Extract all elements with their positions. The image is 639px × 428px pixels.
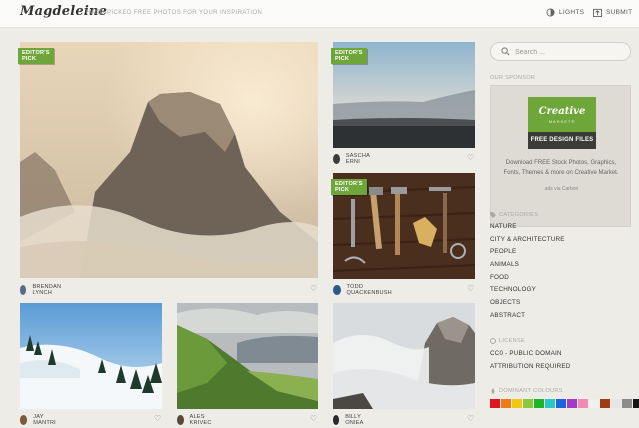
lights-toggle-button[interactable]: LIGHTS [546,8,584,17]
sponsor-via[interactable]: ads via Carbon [491,186,632,192]
license-list: CC0 - PUBLIC DOMAIN ATTRIBUTION REQUIRED [490,348,571,373]
site-tagline: HAND-PICKED FREE PHOTOS FOR YOUR INSPIRA… [86,10,263,16]
editors-pick-badge: EDITOR'S PICK [331,48,367,64]
creative-market-ad-link[interactable]: Creative MARKET® FREE DESIGN FILES [528,97,596,149]
sponsor-brand: Creative [538,106,586,117]
search-icon [501,47,510,56]
category-link-objects[interactable]: OBJECTS [490,297,565,310]
site-header: Magdeleine HAND-PICKED FREE PHOTOS FOR Y… [0,0,639,28]
author-name: ALES KRIVEC [189,414,212,426]
heart-icon[interactable]: ♡ [310,415,317,423]
editors-pick-badge: EDITOR'S PICK [331,179,367,195]
colour-swatch[interactable] [545,399,555,408]
photo-green-ridge[interactable] [177,303,318,409]
colour-swatch[interactable] [633,399,639,408]
photo-image [20,303,162,409]
photo-image [177,303,318,409]
categories-heading: CATEGORIES [490,212,538,218]
heart-icon[interactable]: ♡ [467,154,474,162]
avatar [177,415,184,425]
tag-icon [490,212,496,218]
photo-image [20,42,318,278]
sponsor-text[interactable]: Download FREE Stock Photos, Graphics, Fo… [497,158,625,178]
photo-credit[interactable]: SASCHA ERNI [333,153,373,165]
colour-swatch[interactable] [512,399,522,408]
colour-swatch[interactable] [501,399,511,408]
photo-credit[interactable]: ALES KRIVEC [177,414,215,426]
author-name: TODD QUACKENBUSH [346,284,392,296]
author-name: BILLY ONIEA [345,414,364,426]
avatar [333,285,341,295]
category-link-technology[interactable]: TECHNOLOGY [490,284,565,297]
categories-list: NATURE CITY & ARCHITECTURE PEOPLE ANIMAL… [490,221,565,323]
photo-credit[interactable]: TODD QUACKENBUSH [333,284,394,296]
avatar [20,415,28,425]
colour-swatch[interactable] [534,399,544,408]
editors-pick-badge: EDITOR'S PICK [18,48,54,64]
heart-icon[interactable]: ♡ [310,285,317,293]
category-link-food[interactable]: FOOD [490,272,565,285]
photo-credit[interactable]: BILLY ONIEA [333,414,367,426]
submit-label: SUBMIT [606,9,633,16]
category-link-city-architecture[interactable]: CITY & ARCHITECTURE [490,234,565,247]
avatar [20,285,27,295]
license-heading: LICENSE [490,338,525,344]
colour-swatch[interactable] [567,399,577,408]
author-name: SASCHA ERNI [345,153,370,165]
upload-icon [593,8,602,17]
sponsor-cta: FREE DESIGN FILES [528,132,596,149]
sponsor-ad: Creative MARKET® FREE DESIGN FILES Downl… [490,85,631,227]
colour-swatch[interactable] [556,399,566,408]
colour-swatch[interactable] [611,399,621,408]
colour-swatch[interactable] [622,399,632,408]
photo-rock-clouds[interactable] [333,303,475,409]
colour-swatch[interactable] [600,399,610,408]
droplet-icon [491,388,495,394]
lightbulb-icon [546,8,555,17]
author-name: BRENDAN LYNCH [32,284,62,296]
colour-swatches [490,399,639,408]
search-input[interactable] [515,46,625,58]
license-link-cc0[interactable]: CC0 - PUBLIC DOMAIN [490,348,571,361]
colour-swatch[interactable] [523,399,533,408]
category-link-animals[interactable]: ANIMALS [490,259,565,272]
submit-button[interactable]: SUBMIT [593,8,632,17]
author-name: JAY MANTRI [33,414,56,426]
sponsor-brand-sub: MARKET® [548,119,576,124]
heart-icon[interactable]: ♡ [467,415,474,423]
photo-snowy-hill[interactable] [20,303,162,409]
photo-credit[interactable]: BRENDAN LYNCH [20,284,65,296]
colour-swatch[interactable] [578,399,588,408]
colour-swatch[interactable] [589,399,599,408]
photo-credit[interactable]: JAY MANTRI [20,414,59,426]
avatar [333,415,340,425]
heart-icon[interactable]: ♡ [154,415,161,423]
photo-image [333,303,475,409]
category-link-abstract[interactable]: ABSTRACT [490,310,565,323]
license-icon [490,338,496,344]
category-link-nature[interactable]: NATURE [490,221,565,234]
license-link-attribution[interactable]: ATTRIBUTION REQUIRED [490,361,571,374]
photo-mountain[interactable] [20,42,318,278]
colours-heading: DOMINANT COLOURS [490,388,563,394]
search-box[interactable] [490,42,631,61]
heart-icon[interactable]: ♡ [467,285,474,293]
avatar [333,154,340,164]
lights-label: LIGHTS [559,9,585,16]
category-link-people[interactable]: PEOPLE [490,246,565,259]
sponsor-heading: OUR SPONSOR [490,75,536,81]
colour-swatch[interactable] [490,399,500,408]
